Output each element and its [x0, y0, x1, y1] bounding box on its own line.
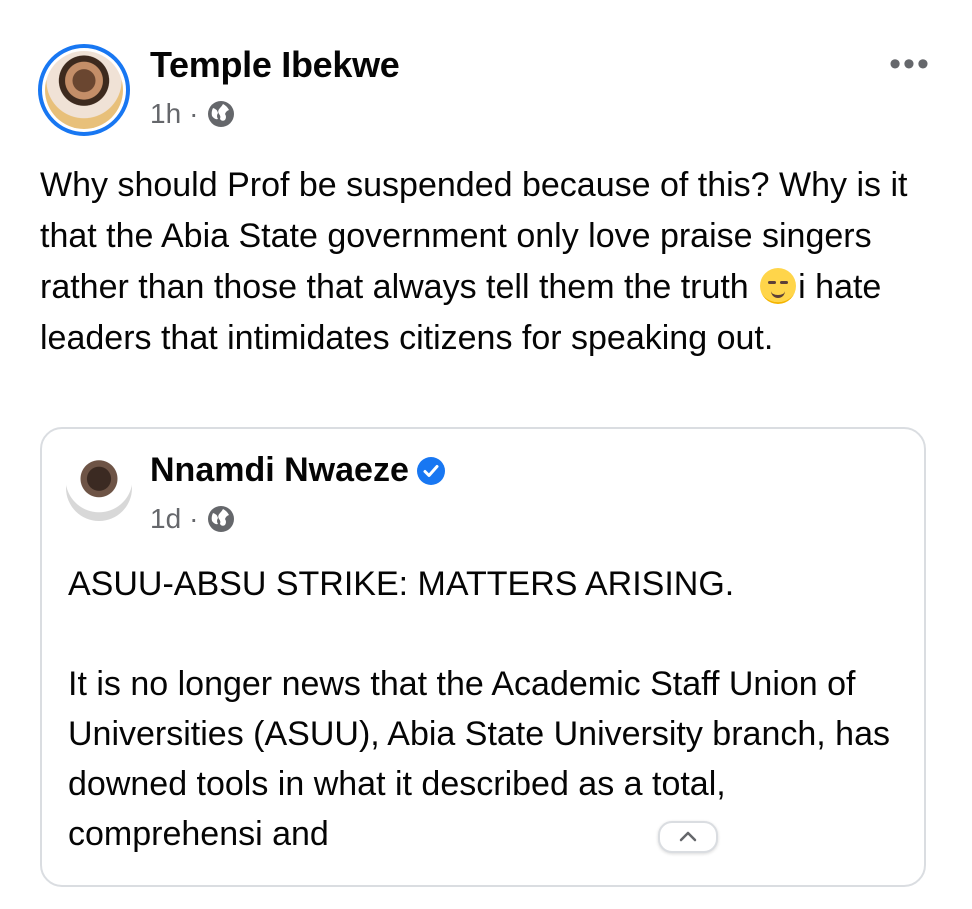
meta-separator: ·: [189, 98, 199, 129]
shared-post-text: ASUU-ABSU STRIKE: MATTERS ARISING. It is…: [68, 559, 898, 909]
shared-author-row: Nnamdi Nwaeze: [150, 451, 445, 490]
scroll-to-top-button[interactable]: [658, 821, 718, 853]
shared-paragraph: It is no longer news that the Academic S…: [68, 665, 890, 853]
shared-meta-separator: ·: [189, 503, 199, 534]
globe-icon: [206, 99, 236, 129]
more-options-icon: •••: [889, 45, 931, 83]
globe-icon: [206, 504, 236, 534]
post-meta: 1h ·: [150, 98, 236, 130]
shared-post-card[interactable]: Nnamdi Nwaeze 1d · ASUU-ABSU STRIKE: MAT…: [40, 427, 926, 887]
author-avatar-image: [45, 51, 123, 129]
shared-post-timestamp[interactable]: 1d: [150, 503, 181, 535]
author-name[interactable]: Temple Ibekwe: [150, 44, 400, 86]
shared-post-meta: 1d ·: [150, 503, 236, 535]
more-options-button[interactable]: •••: [886, 45, 934, 83]
post-text: Why should Prof be suspended because of …: [40, 160, 940, 364]
shared-paragraph: ASUU-ABSU STRIKE: MATTERS ARISING.: [68, 565, 735, 603]
chevron-up-icon: [678, 827, 698, 848]
smirking-face-emoji-icon: [760, 268, 797, 304]
author-avatar[interactable]: [38, 44, 130, 136]
shared-author-avatar[interactable]: [66, 455, 132, 521]
post-timestamp[interactable]: 1h: [150, 98, 181, 130]
feed-post: Temple Ibekwe 1h · ••• Why should Prof b…: [0, 0, 972, 887]
verified-badge-icon: [416, 456, 445, 485]
shared-author-name[interactable]: Nnamdi Nwaeze: [150, 451, 409, 490]
